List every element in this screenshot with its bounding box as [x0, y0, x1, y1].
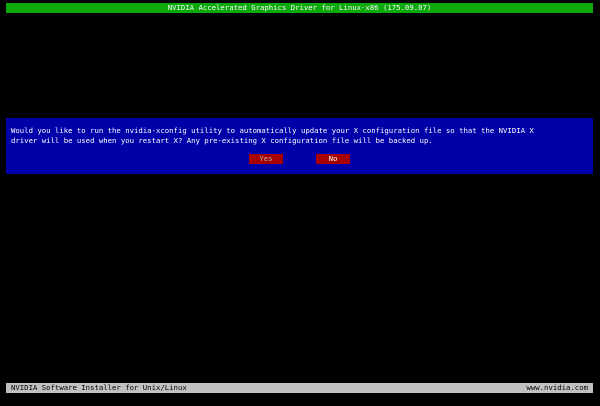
dialog-message-line-2: driver will be used when you restart X? …: [11, 136, 433, 145]
dialog-message-line-1: Would you like to run the nvidia-xconfig…: [11, 126, 534, 135]
footer-website: www.nvidia.com: [526, 383, 588, 392]
installer-title: NVIDIA Accelerated Graphics Driver for L…: [167, 3, 432, 12]
terminal-screen: NVIDIA Accelerated Graphics Driver for L…: [0, 0, 600, 406]
installer-title-bar: NVIDIA Accelerated Graphics Driver for L…: [6, 3, 593, 13]
footer-installer-name: NVIDIA Software Installer for Unix/Linux: [11, 383, 187, 392]
yes-button-label: Yes: [259, 154, 273, 163]
yes-button[interactable]: Yes: [249, 154, 283, 164]
xconfig-dialog: Would you like to run the nvidia-xconfig…: [6, 118, 593, 174]
installer-footer-bar: NVIDIA Software Installer for Unix/Linux…: [6, 383, 593, 393]
no-button-label: No: [328, 154, 338, 163]
no-button[interactable]: No: [316, 154, 350, 164]
